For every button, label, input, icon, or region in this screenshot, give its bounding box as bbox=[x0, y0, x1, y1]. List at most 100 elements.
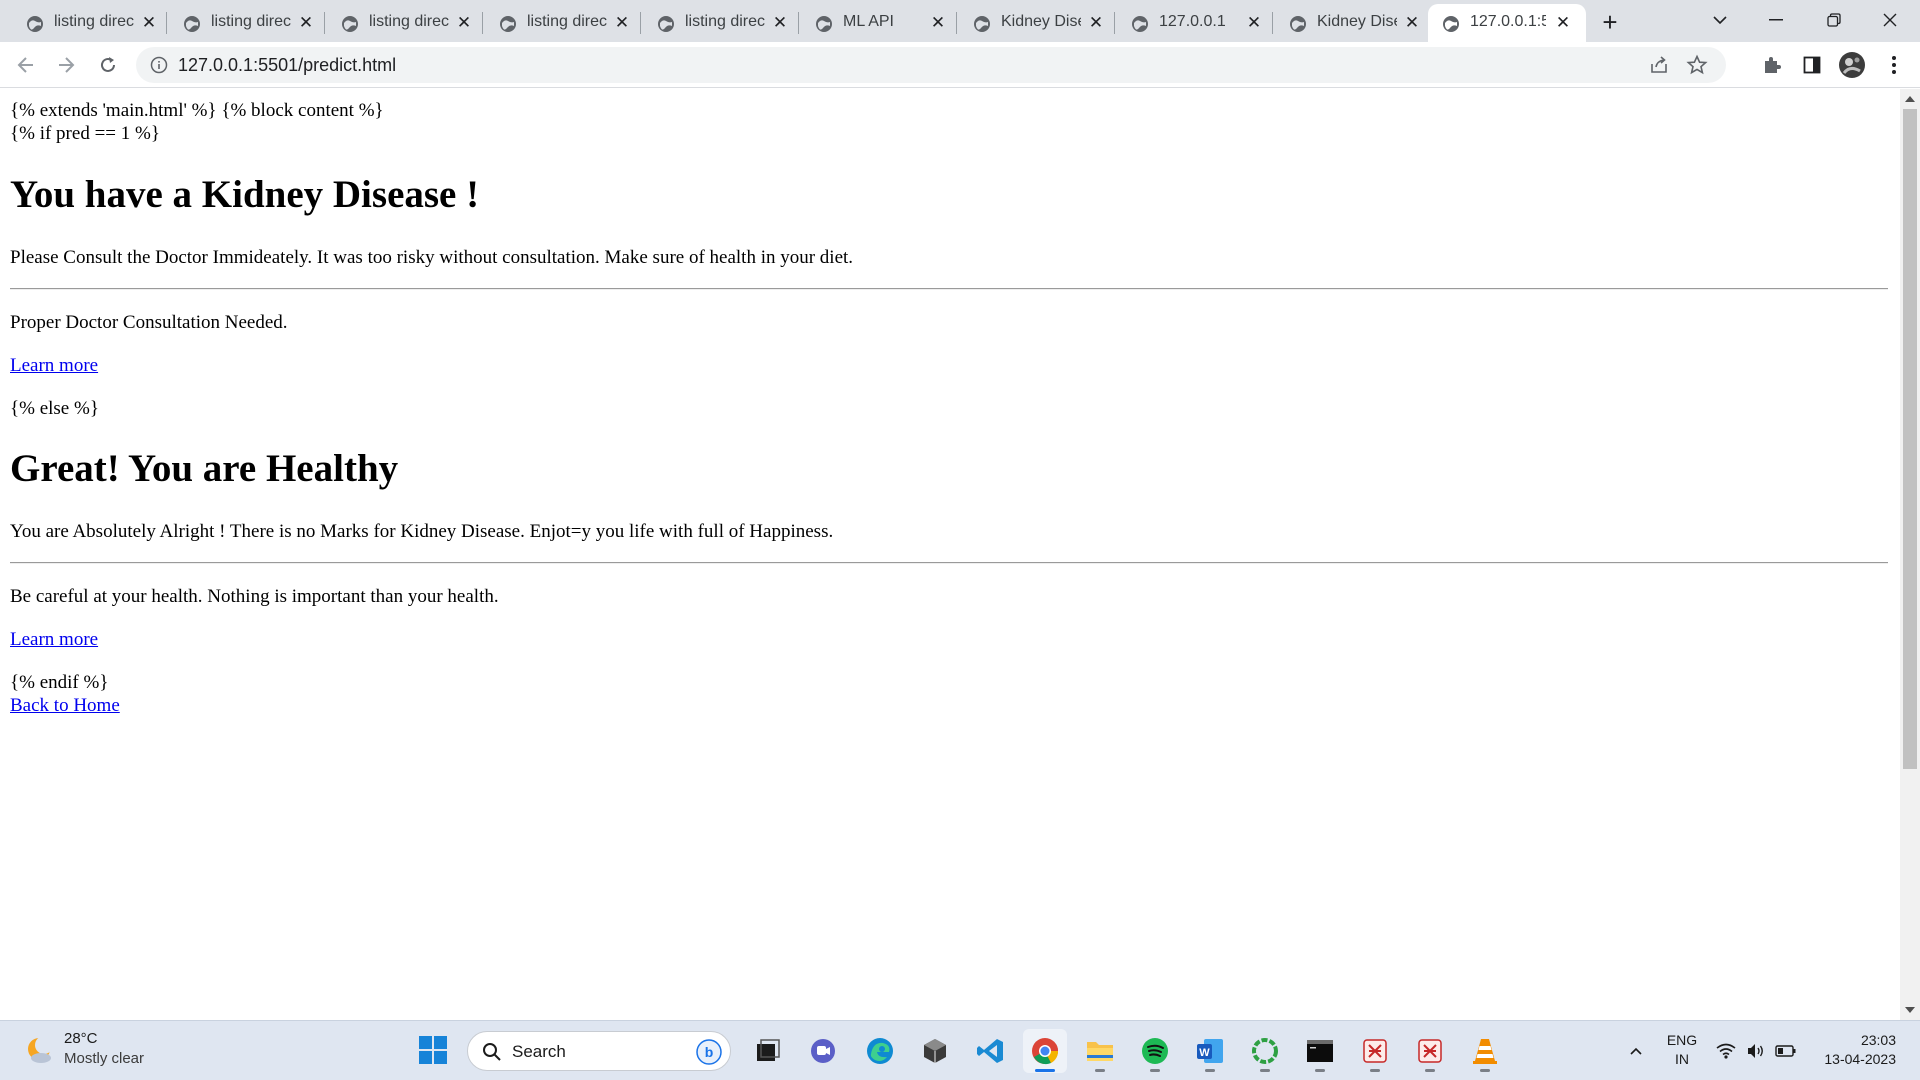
back-button[interactable] bbox=[10, 49, 42, 81]
teams-chat-button[interactable] bbox=[801, 1029, 845, 1073]
back-to-home-link[interactable]: Back to Home bbox=[10, 694, 120, 717]
clock-date: 13-04-2023 bbox=[1824, 1051, 1896, 1067]
learn-more-link[interactable]: Learn more bbox=[10, 354, 98, 377]
tab-title: 127.0.0.1 bbox=[1159, 13, 1226, 30]
close-icon[interactable]: ✕ bbox=[613, 13, 631, 32]
close-icon[interactable]: ✕ bbox=[297, 13, 315, 32]
word-icon: W bbox=[1197, 1039, 1223, 1063]
task-view-icon bbox=[757, 1039, 780, 1061]
file-explorer-button[interactable] bbox=[1078, 1029, 1122, 1073]
unity-hub-button[interactable] bbox=[913, 1029, 957, 1073]
tab-title: listing direc bbox=[54, 13, 134, 30]
bing-icon[interactable]: b bbox=[696, 1039, 722, 1065]
spinner-app-button[interactable] bbox=[1243, 1029, 1287, 1073]
restore-icon bbox=[1827, 13, 1841, 27]
url-text[interactable]: 127.0.0.1:5501/predict.html bbox=[178, 55, 396, 76]
browser-tab[interactable]: Kidney Dise ✕ bbox=[1263, 4, 1429, 42]
close-icon[interactable]: ✕ bbox=[1245, 13, 1263, 32]
browser-tab[interactable]: ML API ✕ bbox=[789, 4, 955, 42]
minimize-button[interactable] bbox=[1746, 0, 1806, 40]
template-tag-else: {% else %} bbox=[10, 398, 99, 419]
extensions-button[interactable] bbox=[1758, 51, 1786, 79]
search-label: Search bbox=[512, 1042, 566, 1061]
template-tag-extends: {% extends 'main.html' %} {% block conte… bbox=[10, 100, 384, 121]
browser-tab[interactable]: listing direc ✕ bbox=[0, 4, 166, 42]
network-button[interactable] bbox=[1712, 1021, 1740, 1080]
menu-button[interactable] bbox=[1880, 51, 1908, 79]
browser-tab[interactable]: listing direc ✕ bbox=[315, 4, 481, 42]
battery-button[interactable] bbox=[1772, 1021, 1800, 1080]
profile-button[interactable] bbox=[1838, 51, 1866, 79]
battery-icon bbox=[1775, 1045, 1796, 1057]
browser-tab-active[interactable]: 127.0.0.1:55 ✕ bbox=[1428, 4, 1586, 42]
browser-tab[interactable]: listing direc ✕ bbox=[631, 4, 797, 42]
info-icon[interactable] bbox=[150, 56, 168, 74]
close-icon[interactable]: ✕ bbox=[455, 13, 473, 32]
show-hidden-icons-button[interactable] bbox=[1622, 1021, 1650, 1080]
red-app-button[interactable] bbox=[1408, 1029, 1452, 1073]
new-tab-button[interactable]: + bbox=[1596, 7, 1624, 37]
wifi-icon bbox=[1716, 1043, 1736, 1059]
chat-icon bbox=[811, 1039, 835, 1063]
language-indicator[interactable]: ENG IN bbox=[1662, 1031, 1702, 1069]
close-icon[interactable]: ✕ bbox=[771, 13, 789, 32]
browser-tab[interactable]: Kidney Dise ✕ bbox=[947, 4, 1113, 42]
tab-title: ML API bbox=[843, 13, 894, 30]
scroll-up-icon[interactable] bbox=[1905, 96, 1915, 102]
terminal-button[interactable] bbox=[1298, 1029, 1342, 1073]
globe-icon bbox=[974, 16, 990, 32]
folder-icon bbox=[1087, 1042, 1113, 1061]
terminal-icon bbox=[1307, 1040, 1333, 1062]
learn-more-link[interactable]: Learn more bbox=[10, 628, 98, 651]
restore-button[interactable] bbox=[1804, 0, 1864, 40]
word-button[interactable]: W bbox=[1188, 1029, 1232, 1073]
heading-healthy: Great! You are Healthy bbox=[10, 447, 399, 490]
arrow-right-icon bbox=[59, 57, 75, 73]
taskbar-search[interactable]: Search b bbox=[467, 1031, 731, 1071]
page-scrollbar[interactable] bbox=[1900, 89, 1920, 1020]
address-bar[interactable]: 127.0.0.1:5501/predict.html bbox=[136, 47, 1726, 83]
red-app-button[interactable] bbox=[1353, 1029, 1397, 1073]
globe-icon bbox=[816, 16, 832, 32]
close-icon[interactable]: ✕ bbox=[929, 13, 947, 32]
traffic-cone-icon bbox=[1473, 1039, 1497, 1064]
windows-icon bbox=[419, 1036, 447, 1064]
chevron-up-icon bbox=[1630, 1047, 1642, 1055]
reload-button[interactable] bbox=[92, 49, 124, 81]
close-icon[interactable]: ✕ bbox=[140, 13, 158, 32]
vlc-button[interactable] bbox=[1463, 1029, 1507, 1073]
share-icon[interactable] bbox=[1648, 54, 1670, 76]
running-indicator bbox=[1315, 1069, 1325, 1072]
svg-text:W: W bbox=[1199, 1047, 1210, 1059]
spotify-button[interactable] bbox=[1133, 1029, 1177, 1073]
language-code: ENG bbox=[1666, 1032, 1698, 1048]
tab-search-button[interactable] bbox=[1690, 0, 1750, 40]
kebab-menu-icon bbox=[1892, 56, 1896, 74]
edge-button[interactable] bbox=[858, 1029, 902, 1073]
close-window-button[interactable] bbox=[1860, 0, 1920, 40]
side-panel-button[interactable] bbox=[1798, 51, 1826, 79]
reload-icon bbox=[101, 57, 115, 72]
weather-condition: Mostly clear bbox=[64, 1050, 145, 1067]
task-view-button[interactable] bbox=[746, 1029, 790, 1073]
volume-button[interactable] bbox=[1742, 1021, 1770, 1080]
star-icon[interactable] bbox=[1686, 54, 1708, 76]
browser-tab[interactable]: listing direc ✕ bbox=[473, 4, 639, 42]
browser-tab[interactable]: listing direc ✕ bbox=[157, 4, 323, 42]
close-icon[interactable]: ✕ bbox=[1403, 13, 1421, 32]
scrollbar-thumb[interactable] bbox=[1903, 109, 1917, 769]
scroll-down-icon[interactable] bbox=[1905, 1007, 1915, 1013]
globe-icon bbox=[500, 16, 516, 32]
forward-button[interactable] bbox=[50, 49, 82, 81]
close-icon[interactable]: ✕ bbox=[1087, 13, 1105, 32]
system-clock[interactable]: 23:03 13-04-2023 bbox=[1806, 1031, 1896, 1069]
vscode-button[interactable] bbox=[969, 1029, 1013, 1073]
chrome-button[interactable] bbox=[1023, 1029, 1067, 1073]
browser-tab[interactable]: 127.0.0.1 ✕ bbox=[1105, 4, 1271, 42]
clock-time: 23:03 bbox=[1860, 1032, 1896, 1048]
start-button[interactable] bbox=[418, 1035, 448, 1070]
tab-title: listing direc bbox=[527, 13, 607, 30]
close-icon[interactable]: ✕ bbox=[1554, 13, 1572, 32]
app-icon bbox=[1363, 1039, 1387, 1063]
region-code: IN bbox=[1675, 1051, 1689, 1067]
